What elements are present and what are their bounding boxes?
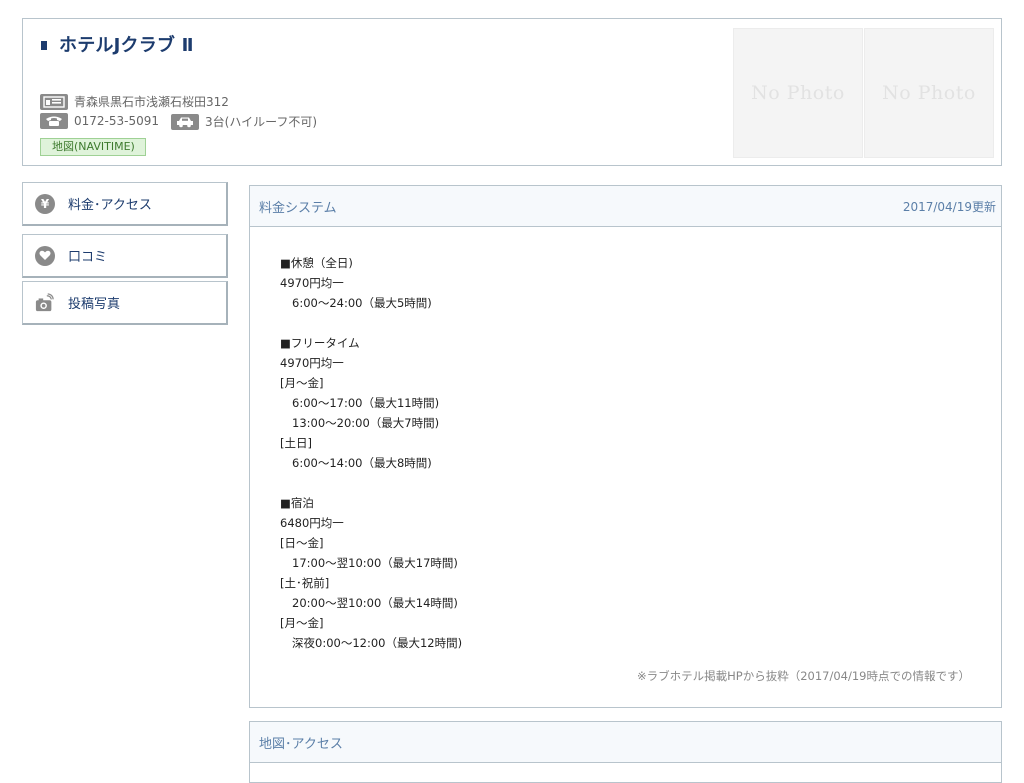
title-row: ホテルJクラブ Ⅱ [41, 31, 194, 57]
phone-number[interactable]: 0172-53-5091 [74, 114, 159, 128]
phone-row: 0172-53-5091 [40, 113, 159, 129]
sidebar-item-label: 投稿写真 [68, 297, 121, 312]
hotel-info-card: ホテルJクラブ Ⅱ 青森県黒石市浅瀬石桜田312 0172-53-5091 3台… [22, 18, 1002, 166]
fee-line: [土･祝前] [280, 576, 330, 590]
phone-icon [40, 113, 68, 129]
fee-line: 4970円均一 [280, 276, 344, 290]
fee-line: [月～金] [280, 616, 324, 630]
sidebar-item-posted-photos[interactable]: 投稿写真 [22, 281, 228, 325]
fee-line: 20:00～翌10:00（最大14時間) [292, 596, 458, 610]
panel-header: 地図･アクセス [250, 722, 1001, 763]
fee-line: 13:00～20:00（最大7時間) [292, 416, 440, 430]
address-text: 青森県黒石市浅瀬石桜田312 [74, 95, 229, 109]
panel-header: 料金システム 2017/04/19更新 [250, 186, 1001, 227]
heart-icon [35, 245, 55, 266]
fee-line: 17:00～翌10:00（最大17時間) [292, 556, 458, 570]
sidebar-item-label: 口コミ [68, 250, 108, 265]
hotel-photo-1[interactable]: No Photo [733, 28, 863, 158]
hotel-photo-2[interactable]: No Photo [864, 28, 994, 158]
camera-icon [35, 292, 55, 313]
fee-line: 6:00～17:00（最大11時間) [292, 396, 440, 410]
parking-text: 3台(ハイルーフ不可) [205, 115, 318, 129]
sidebar-item-reviews[interactable]: 口コミ [22, 234, 228, 278]
title-marker [41, 41, 47, 50]
source-note: ※ラブホテル掲載HPから抜粋（2017/04/19時点での情報です） [637, 669, 970, 683]
fee-line: [月～金] [280, 376, 324, 390]
panel-title: 地図･アクセス [259, 736, 343, 752]
fee-line: ■休憩（全日) [280, 256, 353, 270]
fee-line: 深夜0:00～12:00（最大12時間) [292, 636, 463, 650]
fee-spacer [280, 313, 462, 333]
map-navitime-link[interactable]: 地図(NAVITIME) [40, 138, 146, 156]
fee-line: ■宿泊 [280, 496, 314, 510]
fee-line: [日～金] [280, 536, 324, 550]
map-access-panel: 地図･アクセス [249, 721, 1002, 783]
car-icon [171, 113, 199, 130]
fee-line: 6480円均一 [280, 516, 344, 530]
fee-spacer [280, 473, 462, 493]
fee-line: 4970円均一 [280, 356, 344, 370]
sidebar-item-fee-access[interactable]: ¥ 料金･アクセス [22, 182, 228, 226]
updated-date: 2017/04/19更新 [902, 199, 996, 214]
fee-line: ■フリータイム [280, 336, 360, 350]
address-icon [40, 93, 68, 110]
fee-details: ■休憩（全日) 4970円均一 6:00～24:00（最大5時間) ■フリータイ… [280, 253, 462, 653]
sidebar-item-label: 料金･アクセス [68, 198, 152, 213]
yen-icon: ¥ [35, 193, 55, 214]
fee-line: 6:00～14:00（最大8時間) [292, 456, 432, 470]
panel-title: 料金システム [259, 200, 337, 216]
fee-line: 6:00～24:00（最大5時間) [292, 296, 432, 310]
parking-row: 3台(ハイルーフ不可) [171, 113, 317, 130]
fee-line: [土日] [280, 436, 312, 450]
fee-system-panel: 料金システム 2017/04/19更新 ■休憩（全日) 4970円均一 6:00… [249, 185, 1002, 708]
address-row: 青森県黒石市浅瀬石桜田312 [40, 93, 229, 110]
hotel-name: ホテルJクラブ Ⅱ [59, 35, 194, 56]
